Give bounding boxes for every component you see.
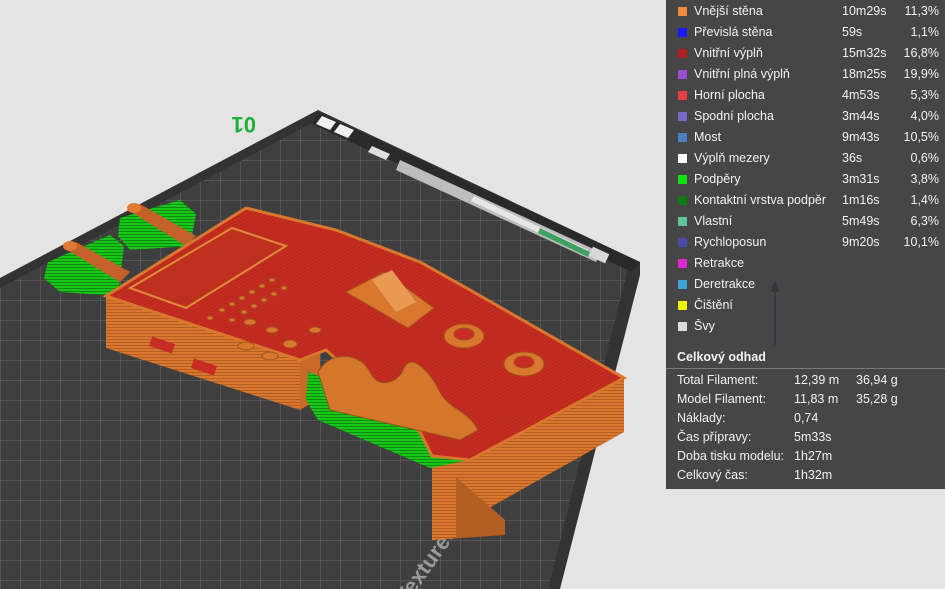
legend-name: Švy <box>694 319 715 333</box>
legend-row: Podpěry 3m31s 3,8% <box>666 169 945 190</box>
legend-percent: 11,3% <box>904 4 939 18</box>
legend-swatch <box>678 28 687 37</box>
summary-row: Doba tisku modelu: 1h27m <box>666 447 945 466</box>
legend-name: Vnitřní plná výplň <box>694 67 790 81</box>
legend-percent: 6,3% <box>910 214 940 228</box>
legend-time: 5m49s <box>842 214 880 228</box>
legend-row: Deretrakce <box>666 274 945 295</box>
legend-row: Rychloposun 9m20s 10,1% <box>666 232 945 253</box>
legend-name: Podpěry <box>694 172 741 186</box>
legend-swatch <box>678 70 687 79</box>
legend-name: Vnitřní výplň <box>694 46 763 60</box>
legend-time: 9m43s <box>842 130 880 144</box>
legend-row: Retrakce <box>666 253 945 274</box>
legend-swatch <box>678 175 687 184</box>
legend-swatch <box>678 112 687 121</box>
legend-name: Převislá stěna <box>694 25 773 39</box>
legend-percent: 5,3% <box>910 88 940 102</box>
summary-label: Náklady: <box>677 411 726 425</box>
legend-swatch <box>678 91 687 100</box>
legend-swatch <box>678 154 687 163</box>
legend-name: Deretrakce <box>694 277 756 291</box>
plate-number: 01 <box>232 112 256 137</box>
summary-value: 1h27m <box>794 449 833 463</box>
legend-swatch <box>678 322 687 331</box>
legend-time: 3m31s <box>842 172 880 186</box>
summary-row: Čas přípravy: 5m33s <box>666 428 945 447</box>
summary-title: Celkový odhad <box>677 350 766 364</box>
legend-time: 10m29s <box>842 4 887 18</box>
summary-row: Náklady: 0,74 <box>666 409 945 428</box>
legend-time: 9m20s <box>842 235 880 249</box>
legend-row: Vnitřní výplň 15m32s 16,8% <box>666 43 945 64</box>
legend-name: Horní plocha <box>694 88 765 102</box>
legend-row: Převislá stěna 59s 1,1% <box>666 22 945 43</box>
legend-panel: Vnější stěna 10m29s 11,3% Převislá stěna 59s… <box>666 0 945 489</box>
legend-percent: 10,5% <box>903 130 939 144</box>
legend-row: Vnitřní plná výplň 18m25s 19,9% <box>666 64 945 85</box>
legend-name: Výplň mezery <box>694 151 770 165</box>
summary-value: 11,83 m <box>794 392 839 406</box>
legend-row: Čištění <box>666 295 945 316</box>
legend-percent: 1,4% <box>910 193 940 207</box>
legend-row: Kontaktní vrstva podpěr 1m16s 1,4% <box>666 190 945 211</box>
summary-value: 12,39 m <box>794 373 840 387</box>
legend-name: Rychloposun <box>694 235 767 249</box>
legend-name: Vlastní <box>694 214 733 228</box>
summary-row: Celkový čas: 1h32m <box>666 466 945 485</box>
legend-swatch <box>678 196 687 205</box>
legend-swatch <box>678 217 687 226</box>
legend-swatch <box>678 301 687 310</box>
legend-time: 59s <box>842 25 863 39</box>
legend-swatch <box>678 238 687 247</box>
legend-row: Horní plocha 4m53s 5,3% <box>666 85 945 106</box>
legend-name: Most <box>694 130 722 144</box>
legend-row: Spodní plocha 3m44s 4,0% <box>666 106 945 127</box>
legend-time: 4m53s <box>842 88 880 102</box>
summary-value: 1h32m <box>794 468 833 482</box>
summary-label: Model Filament: <box>677 392 766 406</box>
legend-percent: 1,1% <box>910 25 940 39</box>
legend-name: Vnější stěna <box>694 4 763 18</box>
summary-value: 5m33s <box>794 430 832 444</box>
legend-name: Čištění <box>694 298 733 312</box>
legend-row: Vlastní 5m49s 6,3% <box>666 211 945 232</box>
legend-name: Retrakce <box>694 256 745 270</box>
legend-time: 18m25s <box>842 67 887 81</box>
legend-row: Vnější stěna 10m29s 11,3% <box>666 1 945 22</box>
legend-swatch <box>678 7 687 16</box>
legend-name: Kontaktní vrstva podpěr <box>694 193 827 207</box>
summary-label: Celkový čas: <box>677 468 748 482</box>
legend-time: 1m16s <box>842 193 880 207</box>
summary-label: Doba tisku modelu: <box>677 449 785 463</box>
summary-value: 0,74 <box>794 411 819 425</box>
legend-time: 15m32s <box>842 46 887 60</box>
legend-swatch <box>678 133 687 142</box>
summary-label: Total Filament: <box>677 373 759 387</box>
legend-swatch <box>678 49 687 58</box>
legend-percent: 16,8% <box>903 46 939 60</box>
legend-percent: 10,1% <box>903 235 939 249</box>
legend-time: 3m44s <box>842 109 880 123</box>
legend-percent: 3,8% <box>910 172 940 186</box>
legend-row: Švy <box>666 316 945 337</box>
summary-label: Čas přípravy: <box>677 430 752 444</box>
legend-percent: 0,6% <box>910 151 940 165</box>
legend-swatch <box>678 259 687 268</box>
legend-swatch <box>678 280 687 289</box>
legend-time: 36s <box>842 151 863 165</box>
summary-value-2: 36,94 g <box>856 373 898 387</box>
summary-row: Total Filament: 12,39 m 36,94 g <box>666 371 945 390</box>
legend-row: Most 9m43s 10,5% <box>666 127 945 148</box>
legend-row: Výplň mezery 36s 0,6% <box>666 148 945 169</box>
summary-row: Model Filament: 11,83 m 35,28 g <box>666 390 945 409</box>
legend-percent: 4,0% <box>910 109 940 123</box>
legend-percent: 19,9% <box>903 67 939 81</box>
summary-header: Celkový odhad <box>666 346 945 369</box>
summary-value-2: 35,28 g <box>856 392 898 406</box>
legend-name: Spodní plocha <box>694 109 774 123</box>
